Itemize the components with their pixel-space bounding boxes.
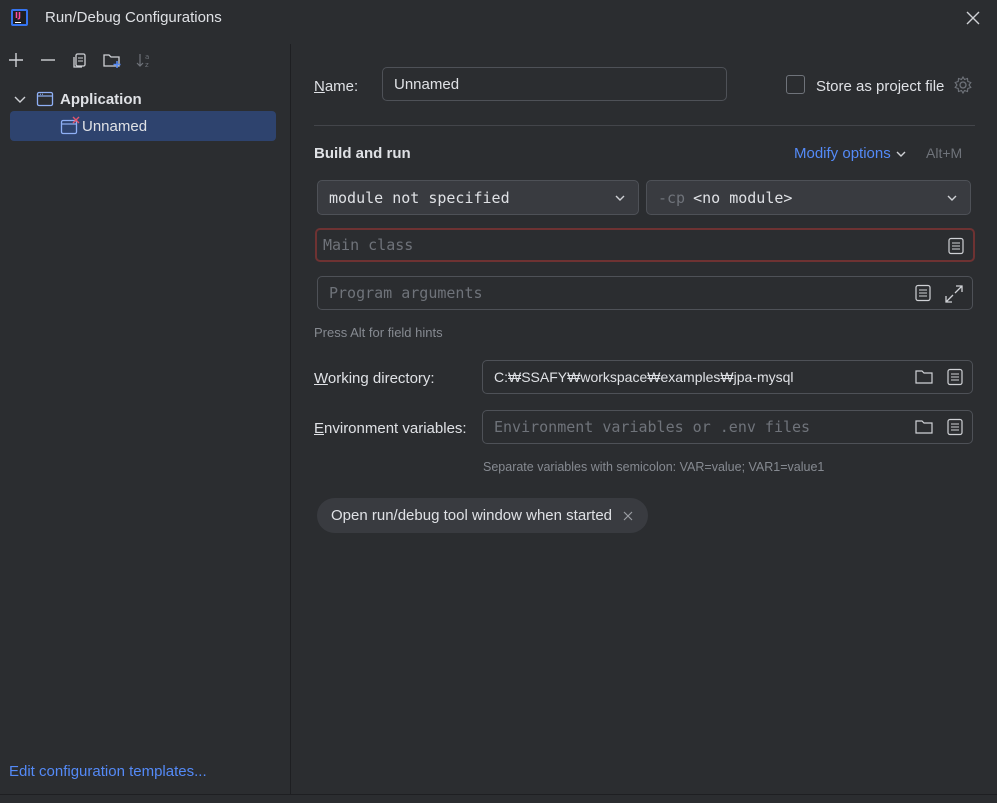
environment-variables-field-wrapper (482, 410, 973, 444)
module-select[interactable]: module not specified (317, 180, 639, 215)
separator (314, 125, 975, 126)
chevron-down-icon (947, 195, 957, 201)
folder-icon[interactable] (914, 418, 934, 436)
name-field-wrapper (382, 67, 727, 101)
application-error-icon (60, 116, 80, 135)
add-icon (9, 53, 23, 67)
chevron-down-icon (615, 195, 625, 201)
store-as-project-file-checkbox[interactable] (786, 75, 805, 94)
expand-icon[interactable] (944, 284, 964, 304)
configuration-form: Name: Store as project file Build and ru… (292, 44, 997, 794)
edit-list-icon[interactable] (946, 418, 964, 436)
environment-variables-input[interactable] (483, 418, 972, 436)
sort-icon: az (136, 53, 149, 69)
modify-options-button[interactable]: Modify options (794, 145, 907, 162)
close-icon[interactable] (963, 8, 983, 28)
program-arguments-input[interactable] (318, 284, 972, 302)
classpath-select[interactable]: -cp <no module> (646, 180, 971, 215)
add-button[interactable] (0, 48, 32, 72)
folder-icon[interactable] (914, 368, 934, 386)
environment-variables-label: Environment variables: (314, 420, 467, 437)
name-label: Name: (314, 78, 359, 95)
modify-options-label: Modify options (794, 145, 891, 162)
main-class-input[interactable] (317, 236, 973, 254)
modify-options-shortcut: Alt+M (926, 145, 963, 161)
working-directory-input[interactable] (483, 369, 972, 385)
field-hints-text: Press Alt for field hints (314, 325, 443, 340)
tree-item-label: Unnamed (82, 117, 148, 135)
working-directory-field-wrapper (482, 360, 973, 394)
open-tool-window-chip[interactable]: Open run/debug tool window when started (317, 498, 649, 533)
classpath-select-value: <no module> (693, 188, 793, 207)
open-tool-window-label: Open run/debug tool window when started (331, 507, 613, 524)
configurations-sidebar: az Application Unnamed Edit configuratio… (0, 44, 291, 794)
main-class-field-wrapper (315, 228, 975, 262)
sidebar-toolbar: az (0, 48, 160, 72)
program-arguments-field-wrapper (317, 276, 973, 310)
edit-list-icon[interactable] (914, 284, 932, 302)
gear-icon[interactable] (953, 75, 973, 95)
remove-icon (41, 59, 55, 61)
module-select-value: module not specified (329, 188, 510, 207)
copy-button[interactable] (64, 48, 96, 72)
tree-group-label: Application (60, 90, 142, 108)
intellij-logo-icon: IJ (11, 9, 28, 26)
name-input[interactable] (383, 75, 726, 93)
new-folder-button[interactable] (96, 48, 128, 72)
sort-button[interactable]: az (128, 48, 160, 72)
close-icon[interactable] (622, 510, 634, 522)
chevron-down-icon (896, 151, 906, 157)
window-title: Run/Debug Configurations (45, 9, 222, 26)
store-as-project-file-label: Store as project file (816, 78, 945, 95)
tree-item-unnamed[interactable]: Unnamed (10, 111, 276, 141)
edit-list-icon[interactable] (947, 237, 965, 255)
new-folder-icon (103, 54, 121, 68)
tree-group-application[interactable]: Application (12, 84, 142, 114)
copy-icon (73, 53, 86, 68)
remove-button[interactable] (32, 48, 64, 72)
build-and-run-title: Build and run (314, 145, 411, 162)
cp-prefix: -cp (658, 188, 686, 207)
application-icon (36, 91, 54, 107)
edit-configuration-templates-link[interactable]: Edit configuration templates... (9, 763, 207, 780)
chevron-down-icon[interactable] (12, 91, 28, 107)
title-bar: IJ Run/Debug Configurations (0, 0, 997, 38)
working-directory-label: Working directory: (314, 370, 435, 387)
environment-variables-hint: Separate variables with semicolon: VAR=v… (483, 460, 825, 474)
edit-list-icon[interactable] (946, 368, 964, 386)
svg-text:z: z (145, 61, 149, 69)
svg-text:a: a (145, 53, 149, 61)
bottom-divider (0, 794, 997, 795)
